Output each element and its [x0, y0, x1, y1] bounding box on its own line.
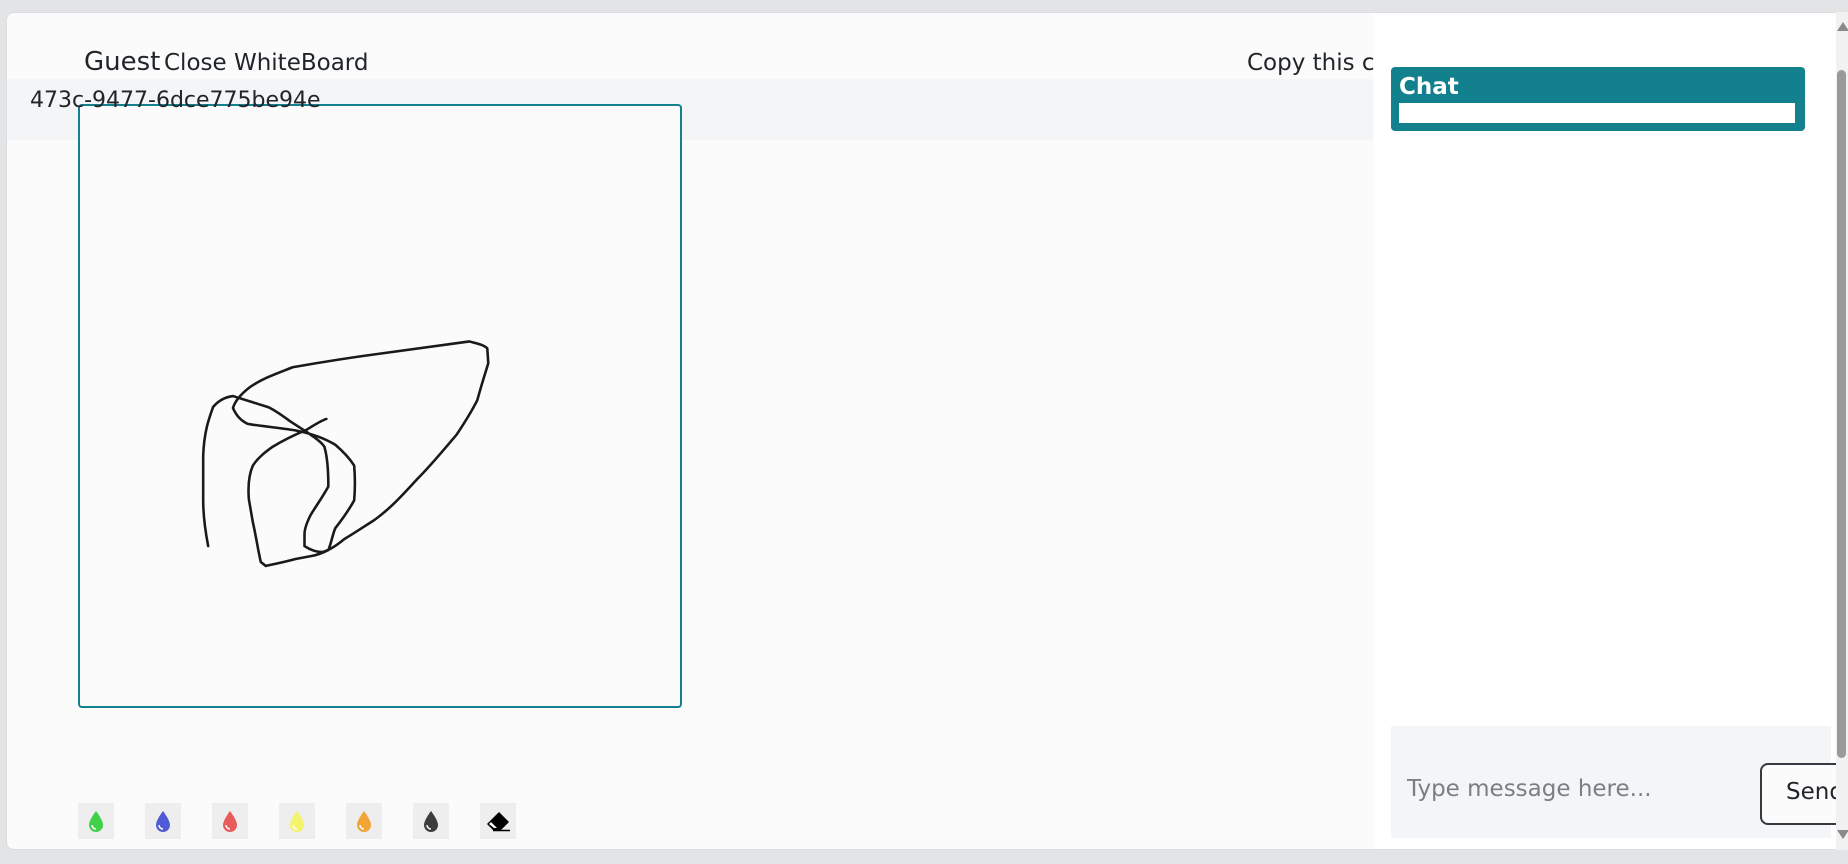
- yellow-ink-icon: [290, 811, 304, 832]
- page-scrollbar[interactable]: [1836, 12, 1848, 850]
- blue-ink-icon: [156, 811, 170, 832]
- send-button[interactable]: Send: [1760, 763, 1848, 825]
- close-whiteboard-link[interactable]: Close WhiteBoard: [164, 50, 368, 76]
- app-window: Guest Close WhiteBoard Copy this code to…: [6, 12, 1848, 850]
- room-code-text-continued: 473c-9477-6dce775be94e: [30, 88, 321, 113]
- orange-ink-icon: [357, 811, 371, 832]
- color-toolbar: [78, 803, 516, 839]
- black-ink-icon: [424, 811, 438, 832]
- chat-title: Chat: [1399, 74, 1459, 100]
- black-ink-button[interactable]: [413, 803, 449, 839]
- green-ink-button[interactable]: [78, 803, 114, 839]
- eraser-button[interactable]: [480, 803, 516, 839]
- user-label: Guest: [84, 47, 161, 77]
- chat-input-area: Send: [1391, 726, 1848, 838]
- chat-box: Chat: [1391, 67, 1805, 131]
- scroll-up-icon[interactable]: [1837, 22, 1848, 31]
- blue-ink-button[interactable]: [145, 803, 181, 839]
- chat-panel: [1374, 13, 1844, 849]
- orange-ink-button[interactable]: [346, 803, 382, 839]
- scroll-down-icon[interactable]: [1837, 830, 1848, 839]
- chat-messages: [1399, 103, 1795, 123]
- whiteboard-canvas[interactable]: [78, 104, 682, 708]
- yellow-ink-button[interactable]: [279, 803, 315, 839]
- red-ink-icon: [223, 811, 237, 832]
- eraser-icon: [487, 812, 510, 832]
- message-input[interactable]: [1405, 770, 1709, 808]
- red-ink-button[interactable]: [212, 803, 248, 839]
- whiteboard-drawing: [201, 340, 490, 568]
- green-ink-icon: [89, 811, 103, 832]
- scroll-thumb[interactable]: [1837, 70, 1846, 758]
